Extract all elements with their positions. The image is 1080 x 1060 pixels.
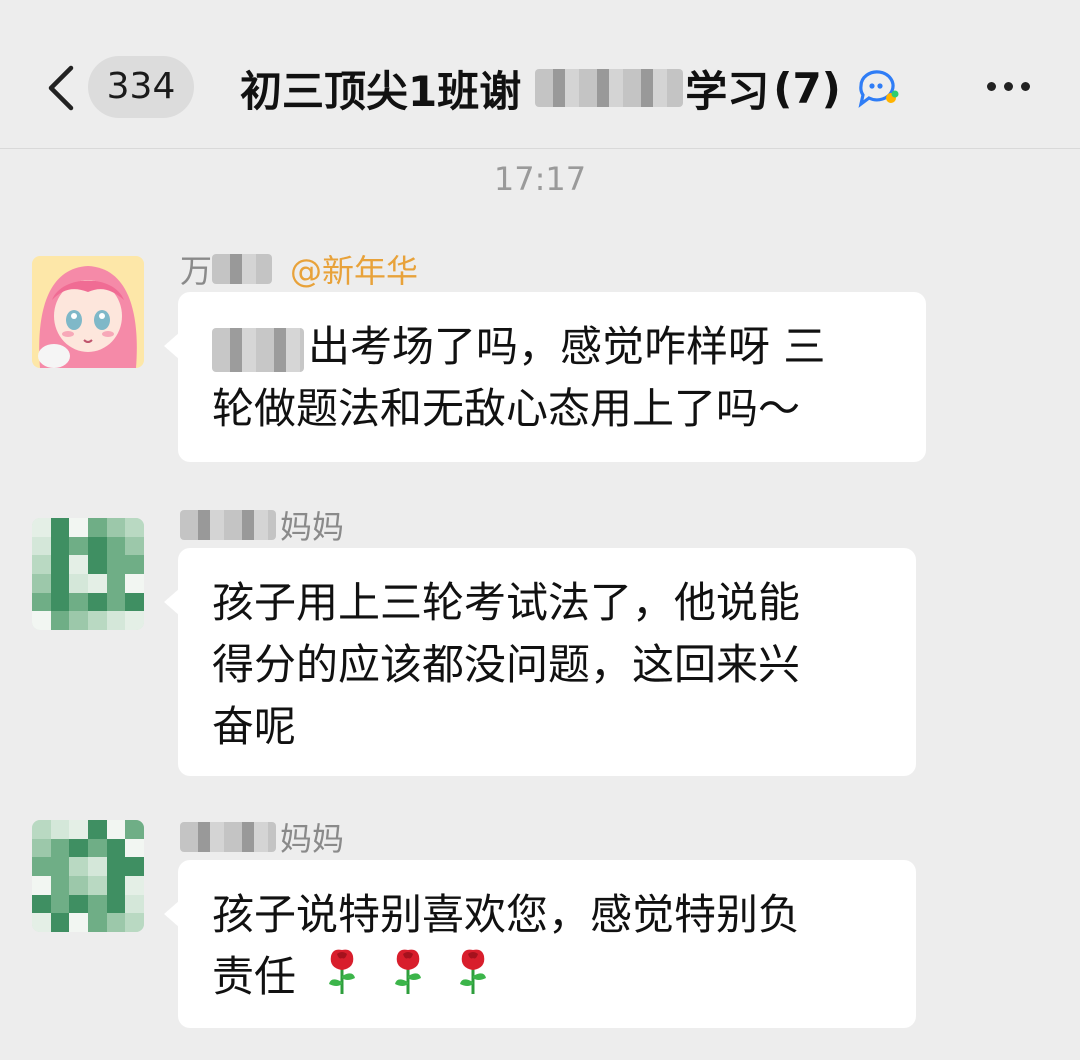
rose-emoji-icon [389, 946, 427, 1013]
member-count: (7) [773, 63, 841, 113]
message-text-line: 责任 [212, 952, 297, 1001]
message-text-line: 得分的应该都没问题，这回来兴 [212, 640, 801, 689]
sender-name-line: 妈妈 [180, 814, 344, 860]
more-dot-icon [1020, 81, 1030, 91]
message-bubble[interactable]: 孩子用上三轮考试法了，他说能 得分的应该都没问题，这回来兴 奋呢 [164, 548, 916, 776]
avatar[interactable] [32, 256, 144, 368]
message-bubble[interactable]: 孩子说特别喜欢您，感觉特别负 责任 [164, 860, 916, 1028]
message-bubble[interactable]: 出考场了吗，感觉咋样呀 三 轮做题法和无敌心态用上了吗～ [164, 292, 926, 462]
avatar[interactable] [32, 518, 144, 630]
sender-name: 妈妈 [280, 508, 345, 546]
chat-title-prefix: 初三顶尖1班谢 [240, 66, 522, 116]
message-text-line: 出考场了吗，感觉咋样呀 三 [308, 322, 826, 371]
message-text-line: 孩子用上三轮考试法了，他说能 [212, 578, 801, 627]
sender-name: 万 [180, 252, 213, 290]
redacted-name [180, 510, 276, 540]
mention-tag[interactable]: @新年华 [290, 246, 418, 292]
pixelated-avatar-icon [32, 820, 144, 932]
rose-emoji-icon [454, 946, 492, 1013]
sender-name: 妈妈 [280, 820, 345, 858]
unread-count-badge[interactable]: 334 [88, 56, 194, 118]
avatar[interactable] [32, 820, 144, 932]
more-dot-icon [986, 81, 996, 91]
chevron-left-icon [48, 65, 74, 111]
more-dot-icon [1003, 81, 1013, 91]
sender-name-line: 妈妈 [180, 502, 344, 548]
group-chat-icon [858, 70, 899, 108]
message-text-line: 孩子说特别喜欢您，感觉特别负 [212, 890, 801, 939]
redacted-name [180, 822, 276, 852]
chat-title-suffix: 学习 [685, 66, 770, 116]
more-options-button[interactable] [978, 60, 1038, 112]
back-button[interactable] [38, 58, 82, 118]
message-text-line: 轮做题法和无敌心态用上了吗～ [212, 384, 801, 433]
sender-name-line: 万 @新年华 [180, 246, 418, 292]
chat-title: 初三顶尖1班谢 学习 (7) [240, 58, 901, 118]
anime-girl-avatar-icon [32, 256, 144, 368]
redacted-name [212, 254, 273, 284]
time-divider: 17:17 [493, 160, 587, 198]
rose-emoji-icon [323, 946, 361, 1013]
message-text-line: 奋呢 [212, 702, 297, 751]
pixelated-avatar-icon [32, 518, 144, 630]
redacted-name [212, 327, 304, 372]
redacted-name [535, 69, 684, 107]
chat-header: 334 初三顶尖1班谢 学习 (7) [0, 0, 1080, 149]
